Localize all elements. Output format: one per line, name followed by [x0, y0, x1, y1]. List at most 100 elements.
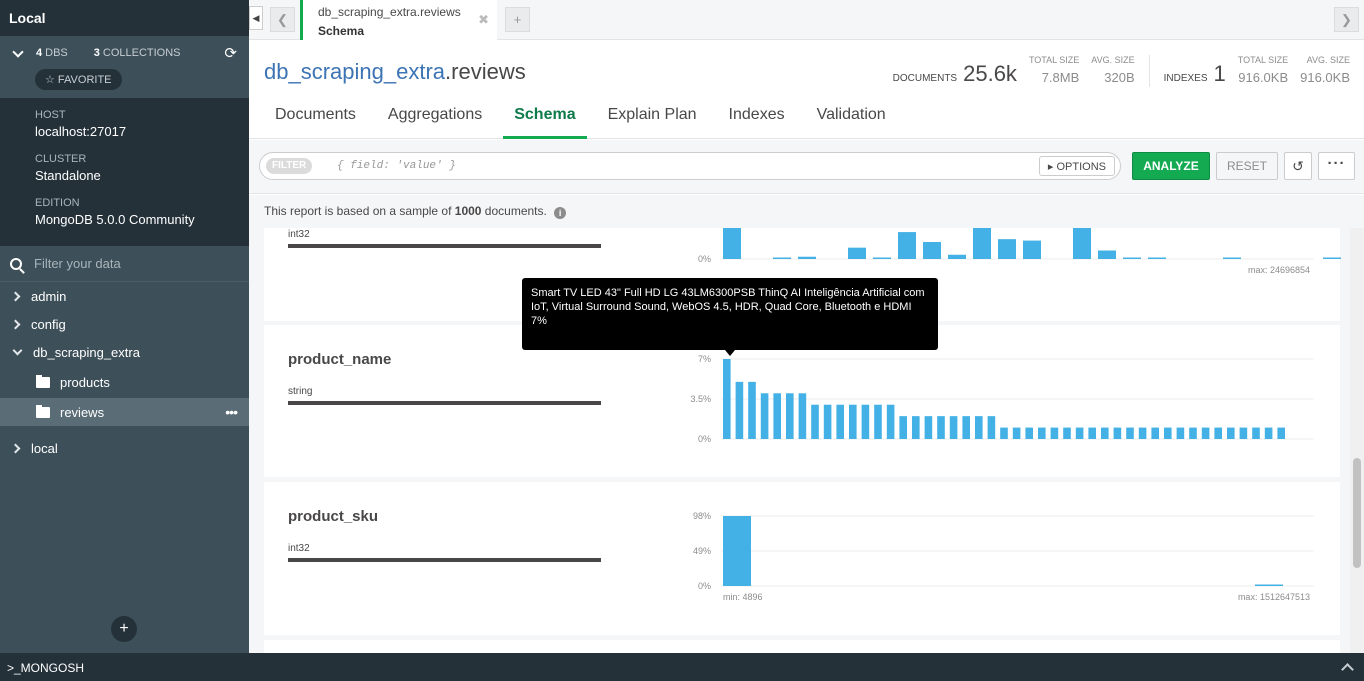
mongosh-bar[interactable]: >_MONGOSH [0, 653, 1364, 681]
histogram-bar[interactable] [923, 242, 941, 259]
type-bar[interactable] [288, 558, 601, 562]
histogram-bar[interactable] [1101, 427, 1109, 439]
histogram-bar[interactable] [874, 404, 882, 439]
histogram-bar[interactable] [949, 416, 958, 439]
histogram-bar[interactable] [1239, 427, 1248, 439]
filter-input[interactable]: Filter your data [34, 256, 121, 271]
histogram-bar[interactable] [1023, 240, 1041, 259]
histogram-bar[interactable] [773, 257, 791, 260]
histogram-bar[interactable] [1223, 257, 1241, 260]
histogram-bar[interactable] [760, 393, 769, 439]
sidebar-item-db-scraping-extra[interactable]: db_scraping_extra [0, 338, 249, 366]
histogram-bar[interactable] [1075, 427, 1084, 439]
add-database-button[interactable]: + [111, 616, 137, 642]
histogram-bar[interactable] [811, 404, 819, 439]
histogram-bar[interactable] [798, 393, 807, 439]
histogram-bar[interactable] [723, 228, 741, 259]
analyze-button[interactable]: ANALYZE [1132, 152, 1210, 180]
histogram-bar[interactable] [1050, 427, 1059, 439]
histogram-bar[interactable] [1277, 427, 1285, 439]
histogram-bar[interactable] [1012, 427, 1021, 439]
sidebar-item-reviews[interactable]: reviews ••• [0, 398, 249, 426]
histogram-bar[interactable] [1063, 427, 1071, 439]
histogram-bar[interactable] [937, 416, 945, 439]
histogram-bar[interactable] [1126, 427, 1134, 439]
type-bar[interactable] [288, 401, 601, 405]
histogram-bar[interactable] [973, 228, 991, 259]
histogram-bar[interactable] [1151, 427, 1159, 439]
histogram-bar[interactable] [1098, 250, 1116, 260]
tab-documents[interactable]: Documents [264, 106, 367, 139]
filter-placeholder[interactable]: { field: 'value' } [337, 160, 456, 172]
histogram-bar[interactable] [786, 393, 794, 439]
histogram-bar[interactable] [1000, 427, 1008, 439]
histogram-bar[interactable] [998, 239, 1016, 259]
info-icon[interactable]: i [554, 207, 567, 219]
histogram-bar[interactable] [1088, 427, 1096, 439]
histogram-bar[interactable] [1201, 427, 1210, 439]
tab-schema[interactable]: Schema [503, 106, 587, 139]
histogram-bar[interactable] [1189, 427, 1197, 439]
histogram-bar[interactable] [849, 404, 857, 439]
scrollbar[interactable] [1350, 228, 1364, 653]
histogram-bar[interactable] [898, 232, 916, 259]
histogram-bar[interactable] [1252, 427, 1260, 439]
histogram-bar[interactable] [1264, 427, 1273, 439]
chevron-up-icon[interactable] [1341, 663, 1354, 676]
tabs-left-button[interactable]: ❮ [270, 7, 295, 32]
histogram-bar[interactable] [924, 416, 933, 439]
sidebar-item-local[interactable]: local [0, 434, 249, 462]
histogram-bar[interactable] [848, 247, 866, 259]
histogram-bar[interactable] [1255, 584, 1283, 587]
options-button[interactable]: ▸ OPTIONS [1038, 156, 1115, 176]
histogram-bar[interactable] [962, 416, 970, 439]
histogram-bar[interactable] [1164, 427, 1172, 439]
histogram-bar[interactable] [1148, 257, 1166, 260]
histogram-bar[interactable] [1138, 427, 1147, 439]
histogram-bar[interactable] [1038, 427, 1046, 439]
histogram-bar[interactable] [1323, 257, 1341, 260]
more-options-icon[interactable]: ••• [225, 404, 238, 420]
histogram-bar[interactable] [735, 381, 744, 439]
tabs-right-button[interactable]: ❯ [1334, 7, 1359, 32]
refresh-icon[interactable]: ⟳ [224, 44, 237, 62]
tab-explain-plan[interactable]: Explain Plan [597, 106, 708, 139]
histogram-bar[interactable] [861, 404, 870, 439]
more-options-button[interactable]: ··· [1318, 152, 1355, 180]
tab-indexes[interactable]: Indexes [718, 106, 796, 139]
collapse-sidebar-button[interactable]: ◀ [249, 6, 263, 30]
history-icon[interactable]: ↺ [1284, 152, 1312, 180]
close-icon[interactable]: ✖ [478, 12, 489, 28]
tab-aggregations[interactable]: Aggregations [377, 106, 493, 139]
histogram-bar[interactable] [723, 516, 751, 586]
reset-button[interactable]: RESET [1216, 152, 1278, 180]
histogram-bar[interactable] [1025, 427, 1033, 439]
database-name[interactable]: db_scraping_extra [264, 59, 445, 84]
sidebar-filter[interactable]: Filter your data [0, 246, 249, 282]
histogram-bar[interactable] [836, 404, 844, 439]
histogram-bar[interactable] [886, 404, 895, 439]
sidebar-item-admin[interactable]: admin [0, 282, 249, 310]
type-bar[interactable] [288, 244, 601, 248]
chevron-down-icon[interactable] [12, 45, 24, 58]
histogram-bar[interactable] [948, 254, 966, 259]
histogram-bar[interactable] [1214, 427, 1222, 439]
histogram-bar[interactable] [798, 256, 816, 259]
histogram-bar[interactable] [1176, 427, 1185, 439]
histogram-bar[interactable] [723, 359, 731, 439]
histogram-bar[interactable] [912, 416, 920, 439]
histogram-bar[interactable] [773, 393, 781, 439]
sidebar-item-products[interactable]: products [0, 366, 249, 398]
histogram-bar[interactable] [1113, 427, 1122, 439]
new-tab-button[interactable]: + [505, 7, 530, 32]
histogram-bar[interactable] [975, 416, 983, 439]
histogram[interactable]: 7% 3.5% 0% [684, 353, 1334, 453]
tab-reviews[interactable]: db_scraping_extra.reviews Schema ✖ [300, 0, 497, 40]
favorite-button[interactable]: ☆ FAVORITE [35, 69, 122, 90]
scrollbar-thumb[interactable] [1353, 458, 1361, 568]
histogram-bar[interactable] [1123, 257, 1141, 260]
histogram-bar[interactable] [823, 404, 832, 439]
sidebar-item-config[interactable]: config [0, 310, 249, 338]
sidebar-title[interactable]: Local [0, 0, 249, 36]
histogram[interactable]: 98% 49% 0% min: 4896 max: 1512647513 [684, 510, 1334, 620]
